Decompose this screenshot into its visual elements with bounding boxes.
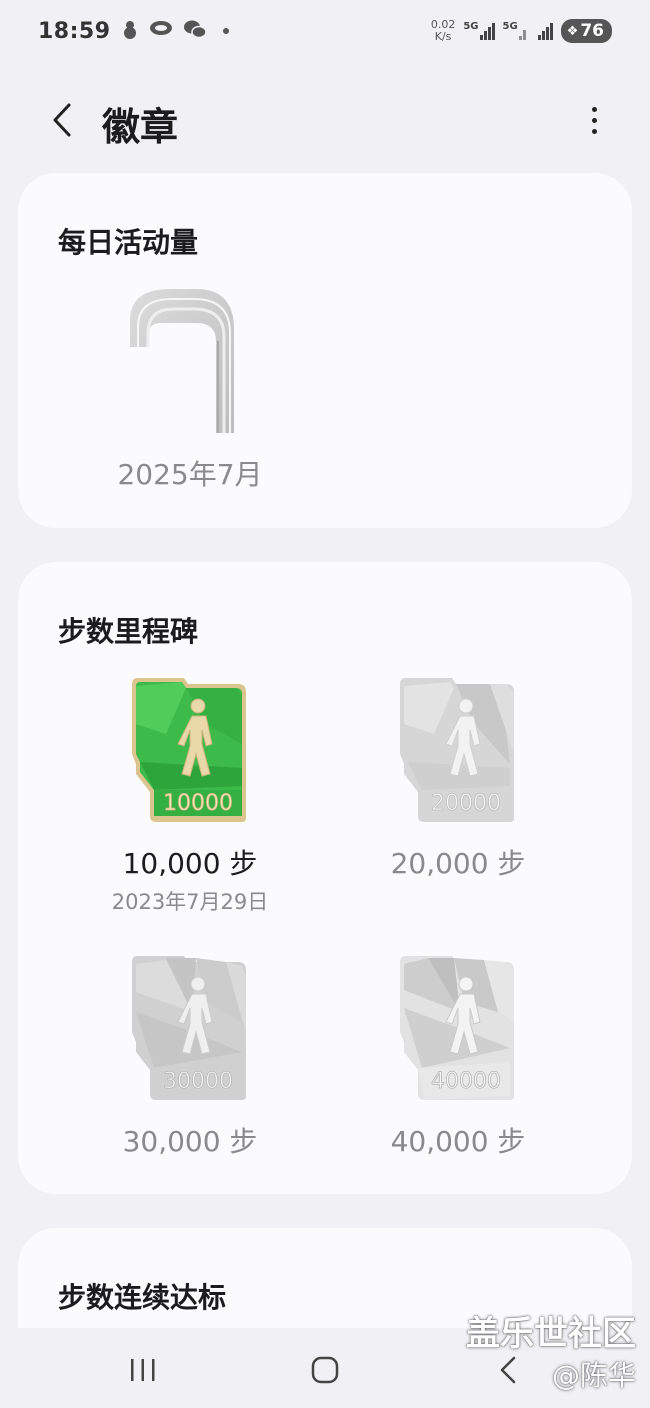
gourd-notification-icon <box>121 19 139 44</box>
step-milestones-title: 步数里程碑 <box>58 615 199 648</box>
chat-bubble-icon <box>149 20 173 43</box>
monthly-activity-badge[interactable] <box>70 281 310 481</box>
system-back-button[interactable] <box>478 1350 538 1390</box>
daily-activity-title: 每日活动量 <box>58 226 199 259</box>
badge-10000-label: 10,000 步 <box>122 847 258 880</box>
status-time: 18:59 <box>38 18 111 44</box>
more-options-button[interactable] <box>582 98 606 142</box>
sim2-signal-icon: 5G <box>503 22 526 40</box>
badge-30000-label: 30,000 步 <box>122 1125 258 1158</box>
status-bar: 18:59 0.02 K/s 5G 5G ❖ 76 <box>0 0 650 62</box>
network-speed: 0.02 K/s <box>430 18 456 43</box>
power-saving-icon: ❖ <box>566 23 579 39</box>
badge-40000-label: 40,000 步 <box>390 1125 526 1158</box>
watermark-user: @陈华 <box>551 1359 636 1392</box>
wechat-icon <box>183 19 207 44</box>
svg-text:30000: 30000 <box>163 1069 233 1094</box>
more-notifications-dot-icon <box>222 28 229 34</box>
daily-activity-card: 每日活动量 2025年7月 <box>18 173 632 528</box>
recent-apps-button[interactable] <box>113 1350 173 1390</box>
walking-person-green-badge-icon: 10000 <box>132 678 246 822</box>
walking-person-gray-badge-icon: 40000 <box>400 956 514 1100</box>
page-title: 徽章 <box>102 105 179 149</box>
month-badge-icon <box>130 289 234 433</box>
badge-30000-steps[interactable]: 30000 <box>126 952 250 1102</box>
badge-10000-date: 2023年7月29日 <box>111 890 269 914</box>
app-bar: 徽章 <box>0 78 650 162</box>
back-button[interactable] <box>40 98 84 142</box>
more-vertical-icon <box>591 106 597 112</box>
svg-text:20000: 20000 <box>431 791 501 816</box>
watermark-community: 盖乐世社区 <box>466 1314 636 1354</box>
step-milestones-card: 步数里程碑 10000 10,000 步 2023年7月29日 20000 20… <box>18 562 632 1194</box>
home-icon <box>311 1356 339 1384</box>
battery-indicator: ❖ 76 <box>560 19 612 43</box>
sim1-signal-icon: 5G <box>463 22 495 40</box>
badge-40000-steps[interactable]: 40000 <box>394 952 518 1102</box>
badge-20000-steps[interactable]: 20000 <box>394 674 518 824</box>
badge-10000-steps[interactable]: 10000 <box>126 674 250 824</box>
chevron-left-icon <box>53 103 71 137</box>
walking-person-gray-badge-icon: 30000 <box>132 956 246 1100</box>
home-button[interactable] <box>295 1350 355 1390</box>
svg-text:40000: 40000 <box>431 1069 501 1094</box>
badge-20000-label: 20,000 步 <box>390 847 526 880</box>
svg-text:10000: 10000 <box>163 791 233 816</box>
back-arrow-icon <box>500 1356 516 1384</box>
step-streak-title: 步数连续达标 <box>58 1281 227 1314</box>
monthly-badge-label: 2025年7月 <box>117 458 263 491</box>
wifi-signal-icon <box>537 22 553 40</box>
recent-apps-icon <box>131 1359 155 1381</box>
walking-person-gray-badge-icon: 20000 <box>400 678 514 822</box>
